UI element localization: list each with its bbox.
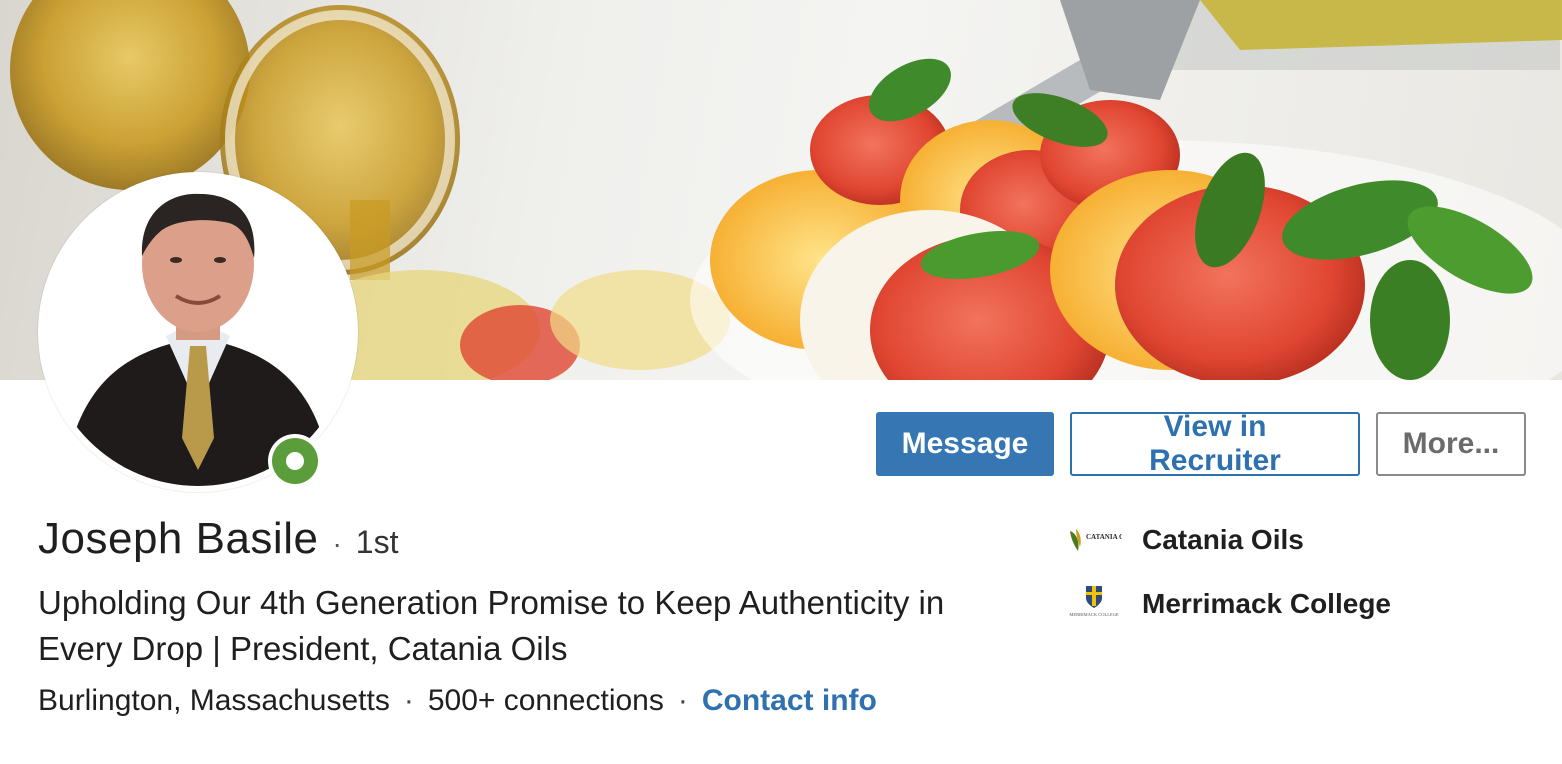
catania-oils-logo: CATANIA OILS bbox=[1066, 520, 1122, 560]
catania-logo-text: CATANIA OILS bbox=[1086, 533, 1122, 541]
separator-dot: · bbox=[332, 528, 342, 559]
view-in-recruiter-button[interactable]: View in Recruiter bbox=[1070, 410, 1360, 477]
profile-actions: Message View in Recruiter More... bbox=[876, 410, 1526, 477]
contact-info-link[interactable]: Contact info bbox=[702, 684, 877, 718]
education-affiliation[interactable]: MERRIMACK COLLEGE Merrimack College bbox=[1066, 584, 1391, 624]
merrimack-college-logo: MERRIMACK COLLEGE bbox=[1066, 584, 1122, 624]
more-button[interactable]: More... bbox=[1376, 412, 1526, 476]
current-company-name[interactable]: Catania Oils bbox=[1142, 524, 1304, 556]
profile-name: Joseph Basile bbox=[38, 514, 319, 563]
profile-headline: Upholding Our 4th Generation Promise to … bbox=[38, 584, 945, 667]
message-button[interactable]: Message bbox=[876, 412, 1054, 476]
name-row: Joseph Basile · 1st bbox=[38, 514, 398, 564]
merrimack-logo-text: MERRIMACK COLLEGE bbox=[1069, 612, 1119, 617]
connection-degree: 1st bbox=[355, 524, 399, 560]
connections-count[interactable]: 500+ connections bbox=[428, 684, 664, 718]
company-affiliation[interactable]: CATANIA OILS Catania Oils bbox=[1066, 520, 1304, 560]
education-school-name[interactable]: Merrimack College bbox=[1142, 588, 1391, 620]
separator-dot: · bbox=[677, 684, 688, 717]
online-status-indicator bbox=[268, 434, 322, 488]
profile-meta: Burlington, Massachusetts · 500+ connect… bbox=[38, 684, 877, 718]
separator-dot: · bbox=[403, 684, 414, 717]
profile-location: Burlington, Massachusetts bbox=[38, 684, 390, 717]
